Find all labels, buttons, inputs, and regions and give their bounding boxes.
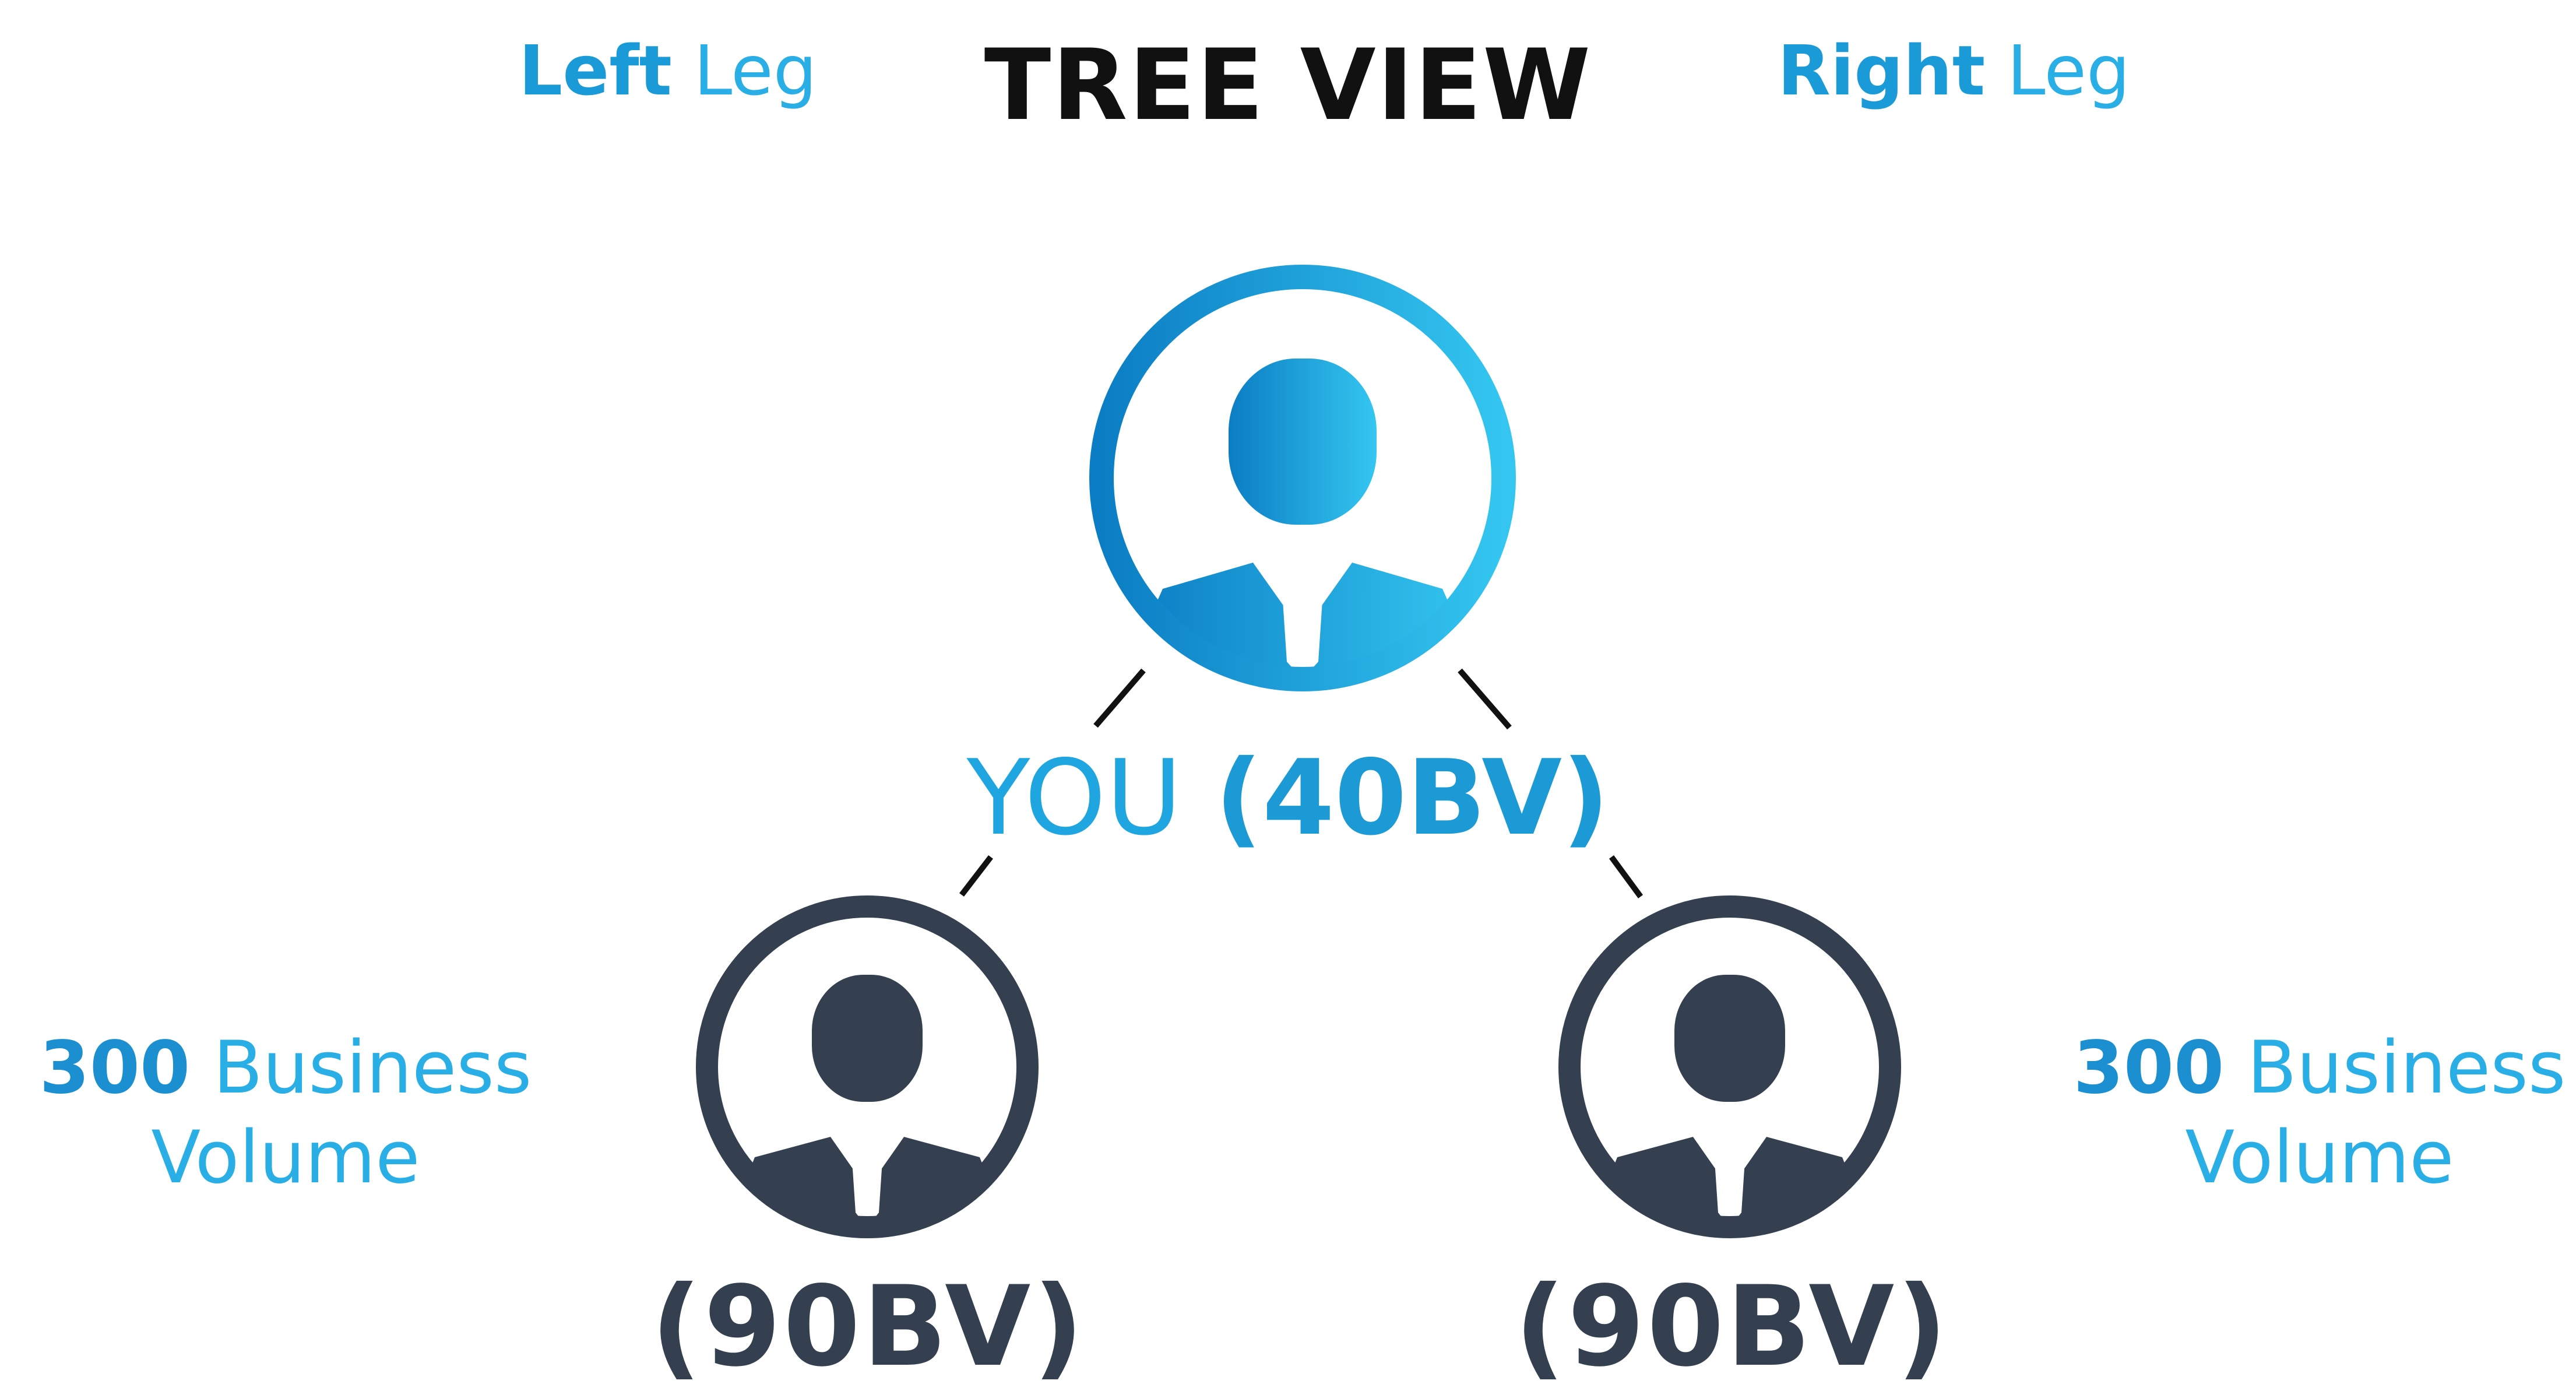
root-bv: (40BV) xyxy=(1215,737,1610,858)
left-volume-line2: Volume xyxy=(151,1116,420,1200)
left-volume-word1: Business xyxy=(213,1026,532,1110)
left-volume-amount: 300 xyxy=(39,1026,191,1110)
right-volume-line2: Volume xyxy=(2185,1116,2454,1200)
connector-left-upper xyxy=(1093,668,1146,728)
right-volume-amount: 300 xyxy=(2073,1026,2225,1110)
left-volume-line1: 300 Business xyxy=(17,1023,554,1113)
right-leg-strong: Right xyxy=(1778,30,1986,111)
left-volume-text: 300 Business Volume xyxy=(17,1023,554,1203)
right-volume-line1: 300 Business xyxy=(2051,1023,2576,1113)
connector-left-lower xyxy=(959,855,993,897)
root-name: YOU xyxy=(966,737,1183,858)
left-child-user-icon xyxy=(696,895,1039,1238)
root-user-icon xyxy=(1089,265,1516,691)
right-child-bv: (90BV) xyxy=(1514,1262,1950,1391)
connector-right-upper xyxy=(1458,668,1512,730)
right-child-user-icon xyxy=(1558,895,1901,1238)
page-title: TREE VIEW xyxy=(984,28,1592,142)
left-child-bv: (90BV) xyxy=(650,1262,1086,1391)
right-leg-light: Leg xyxy=(2007,30,2130,111)
connector-right-lower xyxy=(1609,855,1644,898)
right-volume-word1: Business xyxy=(2247,1026,2566,1110)
root-node-label: YOU (40BV) xyxy=(0,737,2576,858)
right-leg-label: Right Leg xyxy=(1778,30,2130,111)
right-volume-text: 300 Business Volume xyxy=(2051,1023,2576,1203)
